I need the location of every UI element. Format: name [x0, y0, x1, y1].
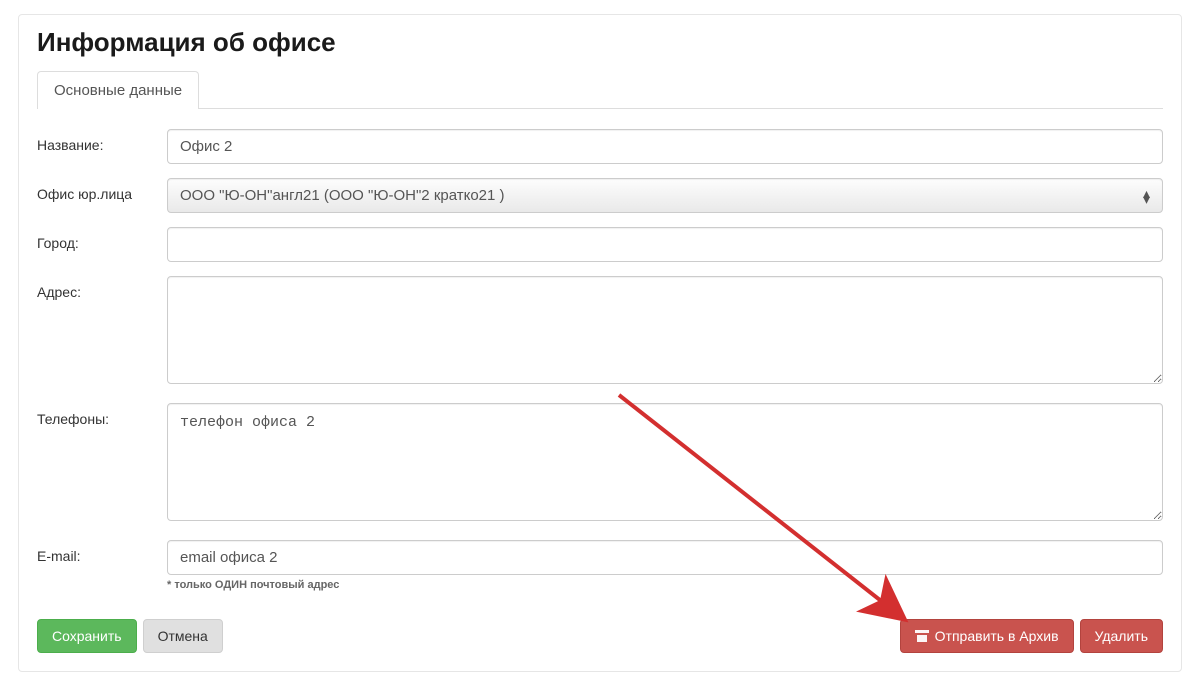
- archive-icon: [915, 630, 929, 642]
- actions-bar: Сохранить Отмена Отправить в Архив Удали…: [37, 619, 1163, 653]
- textarea-address[interactable]: [167, 276, 1163, 384]
- input-name[interactable]: [167, 129, 1163, 164]
- chevron-updown-icon: ▴▾: [1143, 190, 1150, 202]
- delete-button[interactable]: Удалить: [1080, 619, 1163, 653]
- label-phones: Телефоны:: [37, 403, 167, 427]
- archive-button[interactable]: Отправить в Архив: [900, 619, 1074, 653]
- office-info-panel: Информация об офисе Основные данные Назв…: [18, 14, 1182, 672]
- label-city: Город:: [37, 227, 167, 251]
- label-address: Адрес:: [37, 276, 167, 300]
- select-legal-entity-value: ООО "Ю-ОН"англ21 (ООО "Ю-ОН"2 кратко21 ): [180, 187, 505, 204]
- tabs: Основные данные: [37, 70, 1163, 109]
- tab-main-data[interactable]: Основные данные: [37, 71, 199, 109]
- page-title: Информация об офисе: [37, 27, 1163, 58]
- save-button[interactable]: Сохранить: [37, 619, 137, 653]
- label-email: E-mail:: [37, 540, 167, 564]
- input-email[interactable]: [167, 540, 1163, 575]
- label-name: Название:: [37, 129, 167, 153]
- label-legal-entity: Офис юр.лица: [37, 178, 167, 202]
- input-city[interactable]: [167, 227, 1163, 262]
- cancel-button[interactable]: Отмена: [143, 619, 223, 653]
- row-phones: Телефоны:: [37, 403, 1163, 526]
- textarea-phones[interactable]: [167, 403, 1163, 521]
- select-legal-entity[interactable]: ООО "Ю-ОН"англ21 (ООО "Ю-ОН"2 кратко21 )…: [167, 178, 1163, 213]
- row-city: Город:: [37, 227, 1163, 262]
- row-name: Название:: [37, 129, 1163, 164]
- row-address: Адрес:: [37, 276, 1163, 389]
- row-email: E-mail: * только ОДИН почтовый адрес: [37, 540, 1163, 591]
- row-legal-entity: Офис юр.лица ООО "Ю-ОН"англ21 (ООО "Ю-ОН…: [37, 178, 1163, 213]
- email-helper-text: * только ОДИН почтовый адрес: [167, 579, 1163, 591]
- archive-button-label: Отправить в Архив: [935, 628, 1059, 644]
